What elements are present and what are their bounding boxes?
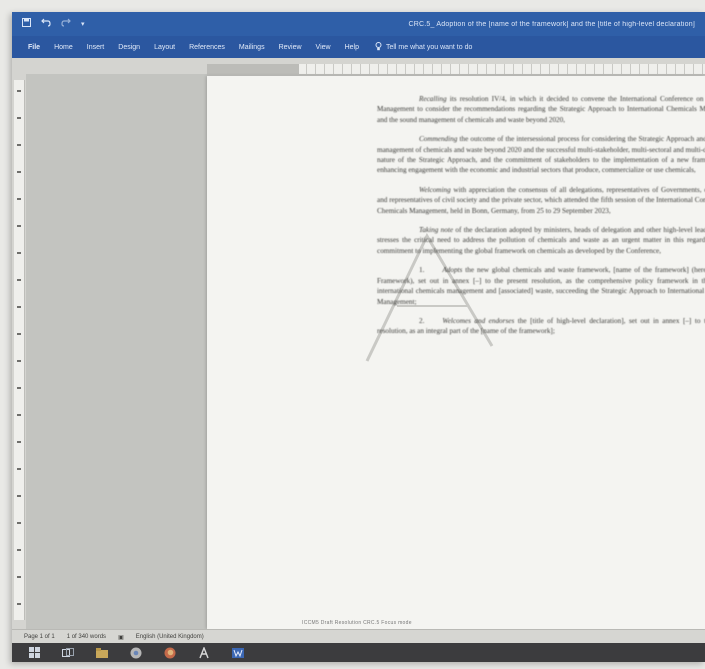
language-indicator[interactable]: English (United Kingdom) [136,634,204,640]
horizontal-ruler[interactable] [207,64,705,75]
ruler-tick [17,468,21,470]
ruler-tick [17,549,21,551]
word-count[interactable]: 1 of 340 words [67,634,106,640]
document-paragraph[interactable]: Welcoming with appreciation the consensu… [377,185,705,216]
tab-view[interactable]: View [316,44,331,51]
firefox-icon[interactable] [164,647,176,659]
tab-help[interactable]: Help [345,44,359,51]
ruler-tick [17,441,21,443]
ruler-tick [17,252,21,254]
ruler-tick [17,279,21,281]
paragraph-text: the [title of high-level declaration], s… [377,316,705,336]
title-bar: ▾ CRC.5_ Adoption of the [name of the fr… [12,12,705,36]
document-page[interactable]: Recalling its resolution IV/4, in which … [207,76,705,629]
monitor-screen: ▾ CRC.5_ Adoption of the [name of the fr… [12,12,705,662]
ruler-tick [17,225,21,227]
paragraph-lead: Taking note [419,226,454,235]
tell-me-search[interactable]: Tell me what you want to do [375,41,473,53]
ruler-tick [17,360,21,362]
document-paragraph[interactable]: Recalling its resolution IV/4, in which … [377,94,705,125]
file-explorer-icon[interactable] [96,647,108,659]
ruler-tick [17,198,21,200]
ruler-left-margin [207,64,299,74]
document-paragraph[interactable]: Commending the outcome of the intersessi… [377,134,705,176]
tab-review[interactable]: Review [279,44,302,51]
word-icon[interactable] [232,647,244,659]
paragraph-lead: Adopts [442,266,463,275]
customize-qat-icon[interactable]: ▾ [81,20,85,28]
document-paragraph[interactable]: 1. Adopts the new global chemicals and wa… [377,265,705,307]
save-icon[interactable] [22,18,31,30]
quick-access-toolbar: ▾ [22,18,85,30]
ruler-tick [17,306,21,308]
acrobat-icon[interactable] [198,646,210,659]
ruler-tick [17,117,21,119]
tab-file[interactable]: File [28,44,40,51]
tab-design[interactable]: Design [118,44,140,51]
document-paragraph[interactable]: Taking note of the declaration adopted b… [377,225,705,256]
windows-start-icon[interactable] [28,647,40,659]
document-paragraph[interactable]: 2. Welcomes and endorses the [title of hi… [377,316,705,337]
ruler-tick [17,333,21,335]
page-footer: ICCM5 Draft Resolution CRC.5 Focus mode [302,620,412,626]
tab-references[interactable]: References [189,44,225,51]
paragraph-text: the new global chemicals and waste frame… [377,266,705,306]
ribbon-tabs: File Home Insert Design Layout Reference… [12,36,705,58]
taskbar [12,643,705,662]
tab-layout[interactable]: Layout [154,44,175,51]
paragraph-lead: Welcomes and endorses [442,316,515,325]
vertical-ruler[interactable] [14,80,25,620]
document-body[interactable]: Recalling its resolution IV/4, in which … [377,94,705,346]
tell-me-text: Tell me what you want to do [385,43,473,51]
task-view-icon[interactable] [62,647,74,659]
lightbulb-icon [375,41,382,53]
ruler-tick [17,576,21,578]
ruler-tick [17,387,21,389]
paragraph-lead: Recalling [419,95,447,103]
paragraph-lead: Commending [419,135,458,144]
undo-icon[interactable] [41,18,51,30]
paragraph-number: 1. [419,266,425,275]
ruler-tick [17,90,21,92]
status-bar: Page 1 of 1 1 of 340 words ▣ English (Un… [12,629,705,644]
tab-home[interactable]: Home [54,44,73,51]
page-count[interactable]: Page 1 of 1 [24,634,55,640]
paragraph-number: 2. [419,316,425,325]
paragraph-lead: Welcoming [419,185,451,194]
redo-icon[interactable] [61,18,71,30]
document-title: CRC.5_ Adoption of the [name of the fram… [408,20,695,28]
proofing-icon[interactable]: ▣ [118,634,124,641]
ruler-tick [17,603,21,605]
tab-insert[interactable]: Insert [87,44,105,51]
ruler-tick [17,171,21,173]
ruler-tick [17,414,21,416]
chrome-icon[interactable] [130,647,142,659]
ruler-tick [17,144,21,146]
tab-mailings[interactable]: Mailings [239,44,265,51]
ruler-tick [17,495,21,497]
ruler-tick [17,522,21,524]
